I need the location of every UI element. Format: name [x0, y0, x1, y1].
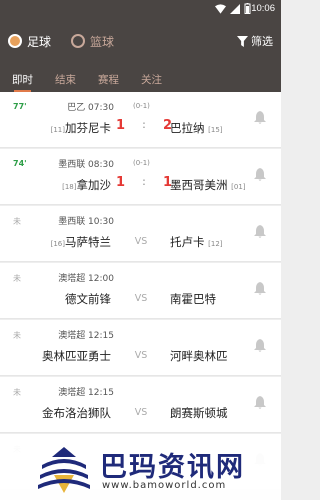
home-team: [18]拿加沙 — [62, 177, 111, 193]
match-status: 未 — [13, 388, 21, 397]
vs-label: VS — [134, 407, 148, 418]
home-rank: [18] — [62, 183, 77, 191]
match-row[interactable]: 未 澳塔超 12:15 奥林匹亚勇士 VS 河畔奥林匹 — [0, 320, 281, 376]
league-time: 墨西联 08:30 — [58, 160, 114, 170]
tab-schedule[interactable]: 赛程 — [98, 72, 119, 92]
away-rank: [01] — [231, 183, 246, 191]
away-team: 河畔奥林匹 — [170, 348, 228, 364]
home-team: [16]马萨特兰 — [51, 234, 111, 250]
bell-icon[interactable] — [254, 396, 266, 409]
score: 1 : 1 — [116, 175, 172, 190]
away-team-name: 河畔奥林匹 — [170, 349, 228, 363]
tab-football-label: 足球 — [27, 34, 52, 49]
app-header: 足球 篮球 筛选 — [0, 18, 281, 64]
bell-icon[interactable] — [254, 168, 266, 181]
battery-icon — [244, 3, 251, 14]
home-team: 奥林匹亚勇士 — [42, 348, 111, 364]
match-row[interactable]: 未 墨西联 10:30 [16]马萨特兰 VS 托卢卡 [12] — [0, 206, 281, 262]
score-separator: : — [142, 175, 146, 188]
tab-finished[interactable]: 结束 — [55, 72, 76, 92]
away-team-name: 托卢卡 — [170, 235, 205, 249]
away-team: 巴拉纳 [15] — [170, 120, 223, 136]
home-rank: [11] — [50, 126, 65, 134]
watermark-banner: 巴玛资讯网 www.bamoworld.com — [0, 440, 281, 500]
league-time: 澳塔超 12:15 — [58, 331, 114, 341]
away-rank: [15] — [208, 126, 223, 134]
vs-label: VS — [134, 350, 148, 361]
match-status: 未 — [13, 217, 21, 226]
home-team: 金布洛治狮队 — [42, 405, 111, 421]
away-team: 托卢卡 [12] — [170, 234, 223, 250]
match-row[interactable]: 未 澳塔超 12:00 德文前锋 VS 南霍巴特 — [0, 263, 281, 319]
bell-icon[interactable] — [254, 282, 266, 295]
filter-button[interactable]: 筛选 — [237, 33, 273, 49]
filter-icon — [237, 35, 248, 47]
bell-icon[interactable] — [254, 111, 266, 124]
match-status: 未 — [13, 274, 21, 283]
away-team-name: 南霍巴特 — [170, 292, 216, 306]
home-team: 德文前锋 — [65, 291, 111, 307]
football-icon — [8, 34, 22, 48]
tab-following[interactable]: 关注 — [141, 72, 162, 92]
vs-label: VS — [134, 236, 148, 247]
status-icons — [215, 3, 251, 14]
match-row[interactable]: 77' 巴乙 07:30 (0-1) [11]加芬尼卡 1 : 2 巴拉纳 [1… — [0, 92, 281, 148]
match-row[interactable]: 未 澳塔超 12:15 金布洛治狮队 VS 朗赛斯顿城 — [0, 377, 281, 433]
home-team-name: 马萨特兰 — [65, 235, 111, 249]
tab-live[interactable]: 即时 — [12, 72, 33, 92]
match-status: 未 — [13, 331, 21, 340]
watermark-title: 巴玛资讯网 — [100, 452, 245, 482]
basketball-icon — [71, 34, 86, 48]
home-team-name: 加芬尼卡 — [65, 121, 111, 135]
tab-basketball[interactable]: 篮球 — [71, 33, 114, 50]
league-time: 墨西联 10:30 — [58, 217, 114, 227]
wifi-icon — [215, 3, 226, 14]
bell-icon[interactable] — [254, 339, 266, 352]
halftime-score: (0-1) — [133, 159, 150, 167]
tab-basketball-label: 篮球 — [90, 34, 115, 49]
signal-icon — [230, 3, 240, 14]
site-logo-icon — [38, 447, 90, 493]
home-score: 1 — [116, 175, 126, 190]
watermark-url: www.bamoworld.com — [102, 480, 227, 491]
home-team-name: 金布洛治狮队 — [42, 406, 111, 420]
status-bar: 10:06 — [0, 0, 281, 18]
league-time: 巴乙 07:30 — [67, 103, 114, 113]
subtabs-bar: 即时 结束 赛程 关注 — [0, 64, 281, 92]
away-team-name: 墨西哥美洲 — [170, 178, 228, 192]
home-team-name: 德文前锋 — [65, 292, 111, 306]
away-team: 墨西哥美洲 [01] — [170, 177, 246, 193]
away-rank: [12] — [208, 240, 223, 248]
bell-icon[interactable] — [254, 225, 266, 238]
home-team-name: 拿加沙 — [76, 178, 112, 192]
status-time: 10:06 — [251, 3, 275, 14]
away-team: 朗赛斯顿城 — [170, 405, 228, 421]
vs-label: VS — [134, 293, 148, 304]
score-separator: : — [142, 118, 146, 131]
league-time: 澳塔超 12:00 — [58, 274, 114, 284]
away-team: 南霍巴特 — [170, 291, 216, 307]
home-team: [11]加芬尼卡 — [51, 120, 111, 136]
match-status: 77' — [13, 102, 27, 111]
score: 1 : 2 — [116, 118, 172, 133]
match-status: 74' — [13, 159, 27, 168]
halftime-score: (0-1) — [133, 102, 150, 110]
filter-label: 筛选 — [251, 35, 273, 48]
league-time: 澳塔超 12:15 — [58, 388, 114, 398]
home-team-name: 奥林匹亚勇士 — [42, 349, 111, 363]
match-list: 77' 巴乙 07:30 (0-1) [11]加芬尼卡 1 : 2 巴拉纳 [1… — [0, 92, 281, 491]
away-team-name: 朗赛斯顿城 — [170, 406, 228, 420]
match-row[interactable]: 74' 墨西联 08:30 (0-1) [18]拿加沙 1 : 1 墨西哥美洲 … — [0, 149, 281, 205]
home-rank: [16] — [50, 240, 65, 248]
away-team-name: 巴拉纳 — [170, 121, 205, 135]
tab-football[interactable]: 足球 — [8, 33, 51, 50]
home-score: 1 — [116, 118, 126, 133]
